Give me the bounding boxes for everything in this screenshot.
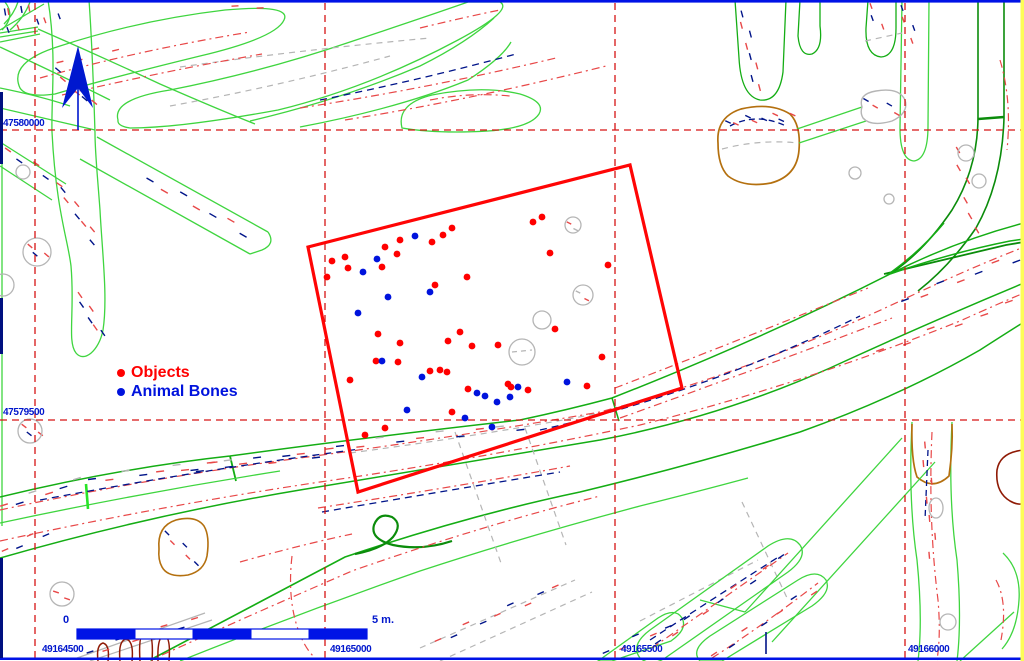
- object-point: [382, 425, 389, 432]
- object-point: [429, 239, 436, 246]
- object-point: [525, 387, 532, 394]
- object-point: [599, 354, 606, 361]
- animal-bone-point: [494, 399, 501, 406]
- animal-bone-point: [404, 407, 411, 414]
- legend-label-animal-bones: Animal Bones: [131, 384, 238, 400]
- animal-bone-point: [482, 393, 489, 400]
- object-point: [530, 219, 537, 226]
- animal-bone-point: [489, 424, 496, 431]
- animal-bone-point: [379, 358, 386, 365]
- grid-label-easting-49166000: 49166000: [908, 645, 949, 655]
- scale-start-label: 0: [63, 615, 69, 625]
- object-point: [444, 369, 451, 376]
- map-canvas: [0, 0, 1024, 661]
- object-point: [464, 274, 471, 281]
- scale-end-label: 5 m.: [372, 615, 394, 625]
- object-point: [449, 225, 456, 232]
- object-point: [394, 251, 401, 258]
- object-point: [437, 367, 444, 374]
- object-point: [440, 232, 447, 239]
- object-point: [605, 262, 612, 269]
- grid-label-easting-49164500: 49164500: [42, 645, 83, 655]
- north-arrow-icon: [62, 46, 93, 130]
- object-point: [347, 377, 354, 384]
- object-point: [375, 331, 382, 338]
- map-legend: Objects Animal Bones: [117, 363, 238, 401]
- grid-label-easting-49165500: 49165500: [621, 645, 662, 655]
- legend-item-animal-bones: Animal Bones: [117, 382, 238, 401]
- object-point: [508, 384, 515, 391]
- object-point: [379, 264, 386, 271]
- object-point: [342, 254, 349, 261]
- grid-label-easting-49165000: 49165000: [330, 645, 371, 655]
- object-point: [362, 432, 369, 439]
- object-point: [397, 340, 404, 347]
- animal-bone-point: [474, 390, 481, 397]
- object-point: [397, 237, 404, 244]
- site-map: 47580000 47579500 49164500 49165000 4916…: [0, 0, 1024, 661]
- object-point: [382, 244, 389, 251]
- object-point: [432, 282, 439, 289]
- animal-bone-point: [462, 415, 469, 422]
- object-point: [539, 214, 546, 221]
- animal-bones-marker-icon: [117, 388, 125, 396]
- object-point: [324, 274, 331, 281]
- object-point: [427, 368, 434, 375]
- excavation-area-outline: [308, 165, 682, 492]
- scale-bar-segment: [309, 629, 367, 639]
- animal-bone-point: [360, 269, 367, 276]
- object-point: [373, 358, 380, 365]
- object-point: [445, 338, 452, 345]
- object-point: [584, 383, 591, 390]
- animal-bone-point: [507, 394, 514, 401]
- animal-bone-point: [427, 289, 434, 296]
- object-point: [495, 342, 502, 349]
- scale-bar-segment: [193, 629, 251, 639]
- object-point: [329, 258, 336, 265]
- legend-item-objects: Objects: [117, 363, 238, 382]
- object-point: [552, 326, 559, 333]
- object-point: [469, 343, 476, 350]
- animal-bone-point: [515, 384, 522, 391]
- object-point: [345, 265, 352, 272]
- object-point: [465, 386, 472, 393]
- grid-label-northing-47579500: 47579500: [3, 408, 44, 418]
- scale-bar-segment: [135, 629, 193, 639]
- scale-bar-segment: [251, 629, 309, 639]
- animal-bone-point: [564, 379, 571, 386]
- animal-bone-point: [419, 374, 426, 381]
- animal-bone-point: [374, 256, 381, 263]
- object-point: [449, 409, 456, 416]
- animal-bone-point: [412, 233, 419, 240]
- objects-marker-icon: [117, 369, 125, 377]
- object-point: [395, 359, 402, 366]
- object-point: [547, 250, 554, 257]
- object-point: [457, 329, 464, 336]
- scale-bar-segment: [77, 629, 135, 639]
- legend-label-objects: Objects: [131, 365, 190, 381]
- animal-bone-point: [355, 310, 362, 317]
- grid-label-northing-47580000: 47580000: [3, 119, 44, 129]
- animal-bone-point: [385, 294, 392, 301]
